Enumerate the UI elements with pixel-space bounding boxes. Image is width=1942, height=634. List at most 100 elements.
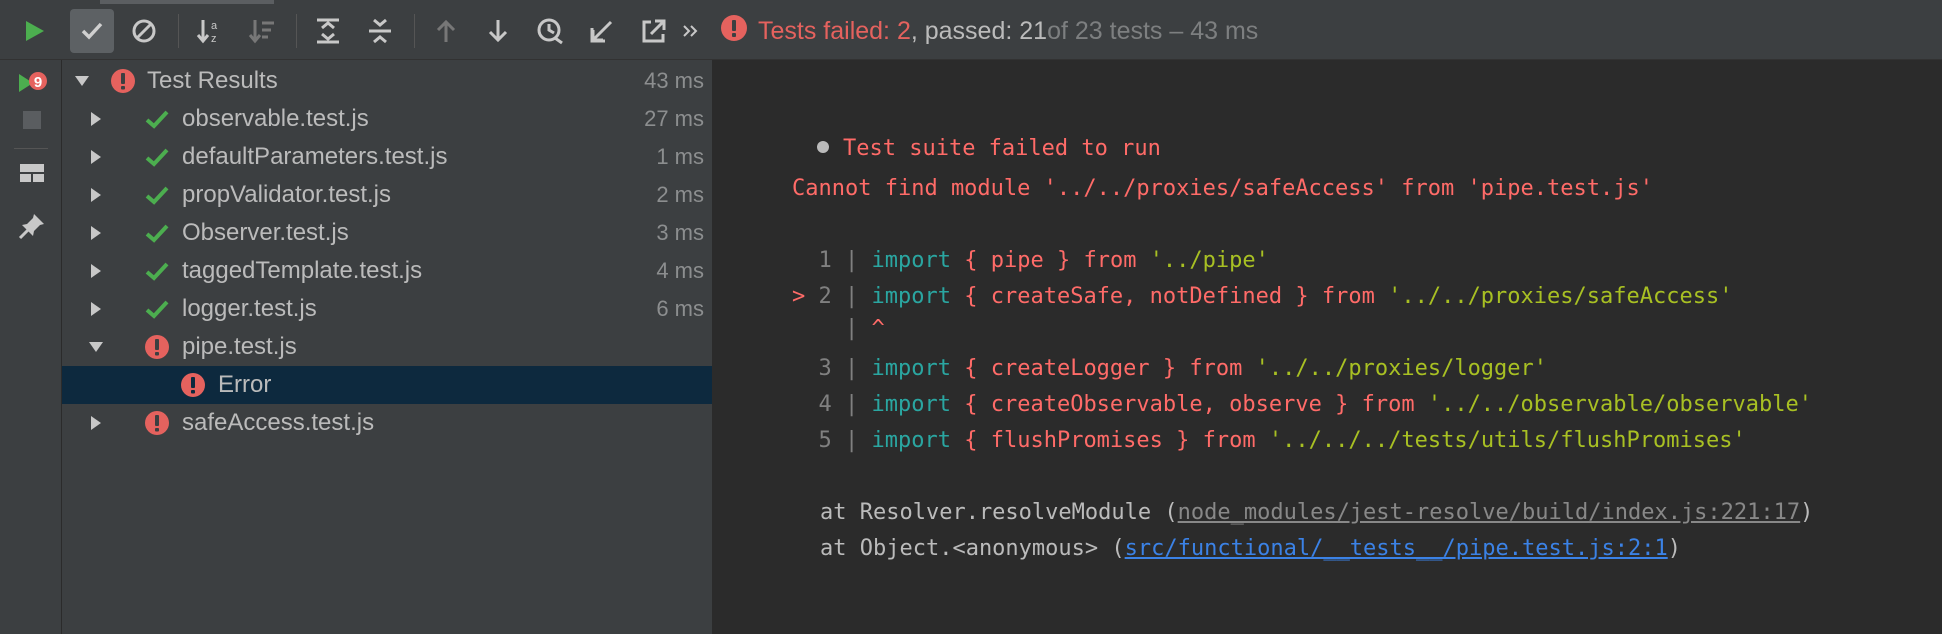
error-icon (720, 14, 748, 49)
expand-all-icon (314, 17, 342, 45)
chevron-right-icon[interactable] (88, 263, 104, 279)
total-count-text: of 23 tests – 43 ms (1047, 16, 1259, 45)
code-path: '../../proxies/logger' (1255, 356, 1548, 381)
layout-button[interactable] (12, 155, 52, 195)
tree-item-duration: 3 ms (656, 220, 704, 245)
tree-item-label: defaultParameters.test.js (182, 143, 448, 170)
code-from: from (1361, 392, 1415, 417)
show-passed-button[interactable] (70, 9, 114, 53)
tree-item-duration: 4 ms (656, 258, 704, 283)
tree-item[interactable]: safeAccess.test.js (62, 404, 712, 442)
expand-all-button[interactable] (306, 9, 350, 53)
code-from: from (1189, 356, 1243, 381)
tree-item-duration: 2 ms (656, 182, 704, 207)
tree-item-label: taggedTemplate.test.js (182, 257, 423, 284)
code-from: from (1321, 284, 1375, 309)
next-failed-icon (485, 18, 511, 44)
tree-item-label: Observer.test.js (182, 219, 349, 246)
bullet-icon (816, 141, 829, 153)
code-from: from (1083, 248, 1137, 273)
tree-item[interactable]: defaultParameters.test.js 1 ms (62, 138, 712, 176)
svg-text:9: 9 (34, 74, 42, 91)
chevron-down-icon[interactable] (74, 73, 90, 89)
tree-item-duration: 1 ms (656, 144, 704, 169)
run-icon (21, 18, 47, 44)
code-keyword: import (871, 428, 951, 453)
tree-item[interactable]: pipe.test.js (62, 328, 712, 366)
sidebar-separator (14, 148, 48, 149)
chevron-right-icon[interactable] (88, 111, 104, 127)
collapse-all-button[interactable] (358, 9, 402, 53)
code-path: '../../../tests/utils/flushPromises' (1268, 428, 1746, 453)
export-tests-button[interactable] (632, 9, 676, 53)
sort-duration-button[interactable] (240, 9, 284, 53)
tree-item[interactable]: taggedTemplate.test.js 4 ms (62, 252, 712, 290)
chevron-right-icon[interactable] (88, 187, 104, 203)
import-tests-button[interactable] (580, 9, 624, 53)
caret-line: | ^ (792, 316, 885, 341)
layout-icon (19, 160, 45, 191)
error-icon (144, 334, 170, 360)
stack-frame-link[interactable]: node_modules/jest-resolve/build/index.js… (1178, 500, 1801, 525)
test-status-summary: Tests failed: 2 , passed: 21 of 23 tests… (720, 14, 1258, 48)
chevron-right-icon[interactable] (88, 301, 104, 317)
pin-button[interactable] (12, 208, 52, 248)
check-icon (144, 182, 170, 208)
stop-icon (21, 109, 43, 136)
check-icon (144, 296, 170, 322)
stop-button[interactable] (12, 102, 52, 142)
stack-frame-suffix: ) (1800, 500, 1814, 525)
run-button[interactable] (12, 9, 56, 53)
code-from: from (1202, 428, 1256, 453)
side-action-bar: 9 (0, 60, 62, 634)
tree-root-test-results[interactable]: Test Results 43 ms (62, 62, 712, 100)
stack-frame-link[interactable]: src/functional/__tests__/pipe.test.js:2:… (1125, 536, 1668, 561)
check-icon (144, 106, 170, 132)
console-output[interactable]: Test suite failed to run Cannot find mod… (714, 60, 1942, 634)
chevron-right-icon[interactable] (88, 225, 104, 241)
chevron-down-icon[interactable] (88, 339, 104, 355)
more-actions-button[interactable] (676, 9, 704, 53)
next-failed-button[interactable] (476, 9, 520, 53)
sort-alpha-button[interactable]: a z (188, 9, 232, 53)
active-tab-indicator (100, 0, 274, 4)
tree-item[interactable]: observable.test.js 27 ms (62, 100, 712, 138)
collapse-all-icon (366, 17, 394, 45)
stack-frame-prefix: at Object.<anonymous> ( (820, 536, 1125, 561)
tree-item-label: logger.test.js (182, 295, 317, 322)
previous-failed-icon (433, 18, 459, 44)
test-history-icon (535, 16, 565, 46)
export-tests-icon (641, 18, 667, 44)
tree-item[interactable]: Observer.test.js 3 ms (62, 214, 712, 252)
failed-count-text: Tests failed: 2 (758, 16, 911, 45)
test-history-button[interactable] (528, 9, 572, 53)
chevron-right-icon[interactable] (88, 149, 104, 165)
code-names: { createSafe, notDefined } (964, 284, 1309, 309)
toolbar-separator (414, 14, 415, 48)
code-path: '../../proxies/safeAccess' (1388, 284, 1733, 309)
code-path: '../pipe' (1149, 248, 1269, 273)
previous-failed-button[interactable] (424, 9, 468, 53)
sort-alpha-icon: a z (196, 17, 224, 45)
sort-duration-icon (248, 17, 276, 45)
suite-failed-text: Test suite failed to run (842, 136, 1161, 161)
show-ignored-button[interactable] (122, 9, 166, 53)
tree-item-label: pipe.test.js (182, 333, 297, 360)
rerun-failed-button[interactable]: 9 (12, 66, 52, 106)
tree-item-label: safeAccess.test.js (182, 409, 375, 436)
check-icon (144, 144, 170, 170)
test-results-tree: Test Results 43 ms observable.test.js 27… (62, 60, 712, 634)
error-caret: ^ (871, 316, 885, 341)
code-line-highlighted: > 2 | import { createSafe, notDefined } … (792, 284, 1733, 309)
code-line: 5 | import { flushPromises } from '../..… (818, 428, 1746, 453)
line-number: 5 (818, 428, 832, 453)
tree-item-label: observable.test.js (182, 105, 369, 132)
tree-item[interactable]: logger.test.js 6 ms (62, 290, 712, 328)
tree-item-selected[interactable]: Error (62, 366, 712, 404)
stack-frame-prefix: at Resolver.resolveModule ( (820, 500, 1178, 525)
chevron-right-icon[interactable] (88, 415, 104, 431)
line-number: 4 (818, 392, 832, 417)
line-number: 3 (818, 356, 832, 381)
check-icon (144, 258, 170, 284)
tree-item[interactable]: propValidator.test.js 2 ms (62, 176, 712, 214)
